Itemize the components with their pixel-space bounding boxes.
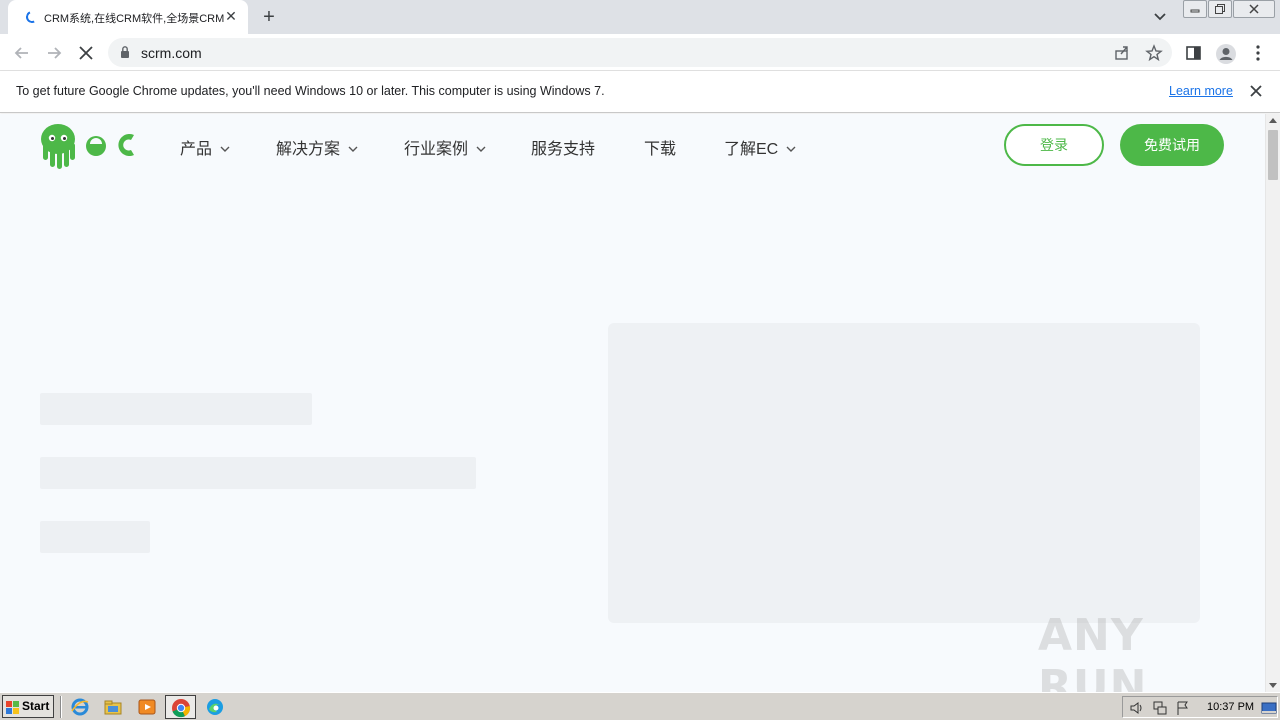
scroll-thumb[interactable] <box>1268 130 1278 180</box>
address-bar[interactable]: scrm.com <box>108 38 1172 67</box>
scroll-down-icon[interactable] <box>1269 683 1277 688</box>
infobar-close-icon[interactable] <box>1248 83 1264 99</box>
anyrun-watermark: ANY RUN <box>1038 610 1148 692</box>
stop-loading-button[interactable] <box>75 42 97 64</box>
scroll-up-icon[interactable] <box>1269 118 1277 123</box>
profile-avatar-icon[interactable] <box>1215 43 1236 64</box>
chevron-down-icon <box>476 139 486 157</box>
chevron-down-icon <box>786 139 796 157</box>
skeleton-button <box>40 521 150 553</box>
tab-title: CRM系统,在线CRM软件,全场景CRM <box>44 13 224 25</box>
skeleton-title <box>40 393 312 425</box>
skeleton-subtitle <box>40 457 476 489</box>
infobar-message: To get future Google Chrome updates, you… <box>16 84 605 98</box>
back-button[interactable] <box>11 42 33 64</box>
page-viewport: 产品 解决方案 行业案例 服务支持 下载 了解EC 登录 免费试用 ANY RU… <box>0 114 1265 692</box>
close-window-button[interactable] <box>1233 0 1275 18</box>
skeleton-hero-image <box>608 323 1200 623</box>
side-panel-icon[interactable] <box>1184 43 1204 63</box>
restore-icon <box>1215 4 1225 14</box>
nav-label: 解决方案 <box>276 141 341 158</box>
stop-icon <box>79 46 93 60</box>
nav-item-download[interactable]: 下载 <box>644 135 676 159</box>
nav-item-support[interactable]: 服务支持 <box>531 135 595 159</box>
bookmark-star-icon[interactable] <box>1145 44 1163 62</box>
nav-label: 服务支持 <box>531 141 596 158</box>
tab-strip: CRM系统,在线CRM软件,全场景CRM ✕ + <box>0 0 1280 34</box>
lock-icon[interactable] <box>120 45 130 64</box>
tab-close-icon[interactable]: ✕ <box>223 8 239 24</box>
free-trial-button[interactable]: 免费试用 <box>1120 124 1224 166</box>
login-button[interactable]: 登录 <box>1004 124 1104 166</box>
tab-search-button[interactable] <box>1150 8 1170 26</box>
new-tab-button[interactable]: + <box>258 6 280 28</box>
nav-label: 了解EC <box>724 141 779 158</box>
system-tray: 10:37 PM <box>1122 696 1278 718</box>
browser-tab[interactable]: CRM系统,在线CRM软件,全场景CRM ✕ <box>8 0 248 34</box>
chevron-down-icon <box>220 139 230 157</box>
close-icon <box>1249 4 1259 14</box>
show-desktop-icon[interactable] <box>1261 700 1277 716</box>
network-icon[interactable] <box>1152 700 1168 716</box>
loading-spinner-icon <box>24 9 40 25</box>
arrow-left-icon <box>14 47 28 59</box>
taskbar-separator <box>60 696 62 718</box>
minimize-icon <box>1190 9 1200 13</box>
learn-more-link[interactable]: Learn more <box>1169 84 1233 98</box>
start-button[interactable]: Start <box>2 695 54 718</box>
start-label: Start <box>22 699 50 713</box>
chevron-down-icon <box>348 139 358 157</box>
chrome-taskbar-button[interactable] <box>165 695 196 719</box>
chrome-icon <box>171 698 191 723</box>
nav-item-cases[interactable]: 行业案例 <box>404 135 486 159</box>
ec-logo[interactable] <box>38 121 138 171</box>
file-explorer-icon[interactable] <box>103 697 123 717</box>
windows-taskbar: Start 10:37 PM <box>0 692 1280 720</box>
update-infobar: To get future Google Chrome updates, you… <box>0 71 1280 113</box>
taskbar-clock[interactable]: 10:37 PM <box>1207 701 1254 713</box>
media-player-icon[interactable] <box>137 697 157 717</box>
share-icon[interactable] <box>1113 44 1131 62</box>
browser-toolbar: scrm.com <box>0 34 1280 71</box>
arrow-right-icon <box>48 47 62 59</box>
restore-button[interactable] <box>1208 0 1232 18</box>
nav-item-solutions[interactable]: 解决方案 <box>276 135 358 159</box>
nav-label: 产品 <box>180 141 213 158</box>
kebab-menu-icon[interactable] <box>1250 43 1270 63</box>
nav-label: 下载 <box>644 141 677 158</box>
nav-item-products[interactable]: 产品 <box>180 135 230 159</box>
minimize-button[interactable] <box>1183 0 1207 18</box>
page-scrollbar[interactable] <box>1265 114 1280 692</box>
forward-button[interactable] <box>43 42 65 64</box>
internet-explorer-icon[interactable] <box>70 697 90 717</box>
edge-icon[interactable] <box>205 697 225 717</box>
nav-item-about[interactable]: 了解EC <box>724 135 796 159</box>
url-text[interactable]: scrm.com <box>141 45 202 61</box>
action-center-flag-icon[interactable] <box>1175 700 1191 716</box>
volume-icon[interactable] <box>1129 700 1145 716</box>
windows-logo-icon <box>6 700 19 714</box>
chevron-down-icon <box>1154 13 1166 21</box>
nav-label: 行业案例 <box>404 141 469 158</box>
